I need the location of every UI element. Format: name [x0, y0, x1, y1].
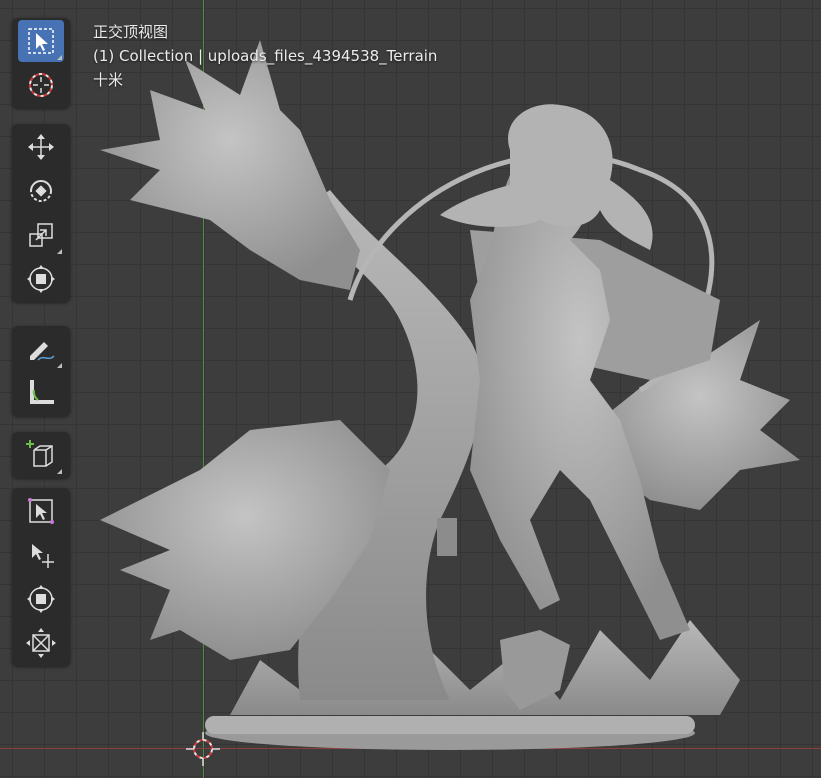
to-sphere-icon [27, 585, 55, 613]
transform-icon [27, 265, 55, 293]
hanging-charm [437, 518, 457, 556]
shrink-fatten-tool-button[interactable] [18, 622, 64, 664]
rotate-icon [30, 180, 52, 202]
tool-group-annotate [12, 326, 70, 416]
shear-tool-button[interactable] [18, 490, 64, 532]
cursor-tool-button[interactable] [18, 64, 64, 106]
add-cube-icon [26, 440, 53, 467]
3d-viewport[interactable]: 正交顶视图 (1) Collection | uploads_files_439… [0, 0, 821, 778]
cursor-icon [29, 73, 53, 97]
measure-icon [30, 380, 54, 404]
push-pull-icon [32, 544, 54, 568]
view-name-label: 正交顶视图 [93, 23, 169, 41]
move-icon [28, 134, 54, 160]
scale-label: 十米 [93, 71, 124, 89]
shrink-fatten-icon [26, 628, 56, 658]
annotate-icon [30, 342, 55, 361]
select-box-tool-button[interactable] [18, 20, 64, 62]
sculpture-model[interactable] [0, 0, 821, 778]
shear-icon [28, 498, 54, 524]
move-tool-button[interactable] [18, 126, 64, 168]
collection-label: (1) Collection | uploads_files_4394538_T… [93, 47, 438, 65]
scale-icon [29, 223, 53, 247]
rotate-tool-button[interactable] [18, 170, 64, 212]
add-cube-tool-button[interactable] [18, 434, 64, 476]
tool-group-select [12, 18, 70, 108]
select-box-icon [28, 28, 54, 54]
viewport-info-overlay: 正交顶视图 (1) Collection | uploads_files_439… [93, 20, 437, 92]
tool-group-edit [12, 488, 70, 666]
measure-tool-button[interactable] [18, 372, 64, 414]
base-rim [205, 716, 695, 734]
to-sphere-tool-button[interactable] [18, 578, 64, 620]
3d-cursor-icon[interactable] [186, 732, 220, 766]
annotate-tool-button[interactable] [18, 328, 64, 370]
push-pull-tool-button[interactable] [18, 534, 64, 576]
tool-group-transform [12, 124, 70, 302]
scale-tool-button[interactable] [18, 214, 64, 256]
tool-group-add [12, 432, 70, 478]
transform-tool-button[interactable] [18, 258, 64, 300]
